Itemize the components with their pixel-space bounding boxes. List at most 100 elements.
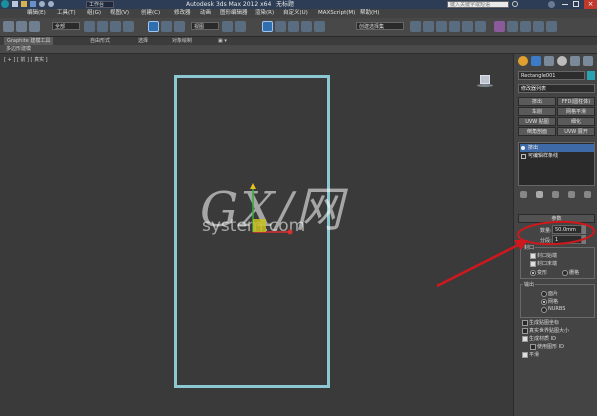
redo-icon[interactable]: [48, 1, 54, 7]
select-by-name-icon[interactable]: [97, 21, 108, 32]
select-scale-icon[interactable]: [174, 21, 185, 32]
real-world-checkbox[interactable]: [522, 328, 528, 334]
modifier-list-dropdown[interactable]: 修改器列表: [518, 84, 595, 93]
ribbon-toggle-icon[interactable]: ▣ ▾: [218, 37, 227, 45]
configure-sets-icon[interactable]: [584, 191, 591, 198]
stack-item-extrude[interactable]: 挤出: [520, 144, 594, 152]
meshsmooth-button[interactable]: 网格平滑: [557, 107, 595, 116]
object-name-field[interactable]: Rectangle001: [518, 71, 585, 80]
tab-graphite-modeling[interactable]: Graphite 建模工具: [4, 37, 54, 45]
search-icon[interactable]: [512, 1, 518, 7]
render-setup-icon[interactable]: [507, 21, 518, 32]
modify-tab-icon[interactable]: [531, 56, 541, 66]
stack-light-icon[interactable]: [521, 146, 525, 150]
motion-tab-icon[interactable]: [557, 56, 567, 66]
render-iterative-icon[interactable]: [546, 21, 557, 32]
snaps-toggle-icon[interactable]: [262, 21, 273, 32]
polygon-modeling-label[interactable]: 多边形建模: [6, 45, 31, 53]
morph-radio[interactable]: [530, 270, 536, 276]
segments-input[interactable]: 1: [552, 235, 582, 244]
ffd-cylinder-button[interactable]: FFD(圆柱体): [557, 97, 595, 106]
reference-coord-dropdown[interactable]: 视图: [191, 22, 219, 30]
pivot-center-icon[interactable]: [222, 21, 233, 32]
edit-named-selection-icon[interactable]: [314, 21, 325, 32]
stack-item-editable-spline[interactable]: 可编辑样条线: [520, 152, 594, 160]
maximize-button[interactable]: [573, 1, 579, 7]
rendered-frame-icon[interactable]: [520, 21, 531, 32]
mesh-radio[interactable]: [541, 299, 547, 305]
object-color-swatch[interactable]: [587, 71, 595, 80]
tessellate-button[interactable]: 细化: [557, 117, 595, 126]
menu-graph-editors[interactable]: 图形编辑器: [220, 9, 248, 18]
mirror-icon[interactable]: [410, 21, 421, 32]
remove-modifier-icon[interactable]: [568, 191, 575, 198]
bevel-profile-button[interactable]: 倒角剖面: [518, 127, 556, 136]
menu-edit[interactable]: 编辑(E): [27, 9, 46, 18]
menu-customize[interactable]: 自定义(U): [283, 9, 308, 18]
minimize-button[interactable]: [562, 4, 568, 5]
show-end-result-icon[interactable]: [536, 191, 543, 198]
selection-filter-dropdown[interactable]: 全部: [52, 22, 80, 30]
utilities-tab-icon[interactable]: [583, 56, 593, 66]
unlink-icon[interactable]: [16, 21, 27, 32]
generate-mapping-checkbox[interactable]: [522, 320, 528, 326]
menu-group[interactable]: 组(G): [87, 9, 101, 18]
viewcube-icon[interactable]: [477, 74, 493, 88]
menu-tools[interactable]: 工具(T): [57, 9, 76, 18]
amount-spinner-icon[interactable]: [582, 225, 586, 234]
tab-freeform[interactable]: 自由形式: [90, 37, 110, 45]
search-input[interactable]: [447, 1, 509, 8]
use-shape-ids-checkbox[interactable]: [530, 344, 536, 350]
help-icon[interactable]: [548, 1, 555, 8]
segments-spinner-icon[interactable]: [582, 235, 586, 244]
cap-start-checkbox[interactable]: [530, 253, 536, 259]
undo-icon[interactable]: [39, 1, 45, 7]
menu-modifiers[interactable]: 修改器: [174, 9, 191, 18]
align-icon[interactable]: [423, 21, 434, 32]
close-button[interactable]: ×: [584, 0, 597, 9]
select-object-icon[interactable]: [84, 21, 95, 32]
render-production-icon[interactable]: [533, 21, 544, 32]
parameters-rollout-header[interactable]: 参数: [518, 214, 595, 223]
cap-end-checkbox[interactable]: [530, 261, 536, 267]
menu-help[interactable]: 帮助(H): [360, 9, 379, 18]
select-move-icon[interactable]: [148, 21, 159, 32]
menu-rendering[interactable]: 渲染(R): [255, 9, 274, 18]
window-crossing-icon[interactable]: [123, 21, 134, 32]
bind-space-warp-icon[interactable]: [29, 21, 40, 32]
layer-manager-icon[interactable]: [436, 21, 447, 32]
patch-radio[interactable]: [541, 291, 547, 297]
menu-animation[interactable]: 动画: [200, 9, 211, 18]
lathe-button[interactable]: 车削: [518, 107, 556, 116]
workspace-dropdown[interactable]: 工作台: [86, 1, 114, 8]
schematic-view-icon[interactable]: [475, 21, 486, 32]
menu-maxscript[interactable]: MAXScript(M): [318, 9, 355, 18]
rectangle-selection-icon[interactable]: [110, 21, 121, 32]
curve-editor-icon[interactable]: [462, 21, 473, 32]
make-unique-icon[interactable]: [552, 191, 559, 198]
new-file-icon[interactable]: [12, 1, 18, 7]
tab-object-paint[interactable]: 对象绘制: [172, 37, 192, 45]
grid-radio[interactable]: [562, 270, 568, 276]
open-file-icon[interactable]: [21, 1, 27, 7]
select-link-icon[interactable]: [3, 21, 14, 32]
named-selection-dropdown[interactable]: 创建选择集: [356, 22, 404, 30]
angle-snap-icon[interactable]: [275, 21, 286, 32]
tab-selection[interactable]: 选择: [138, 37, 148, 45]
viewport-label[interactable]: [ + ] [ 前 ] [ 真实 ]: [4, 56, 48, 63]
amount-input[interactable]: 50.0mm: [552, 225, 582, 234]
display-tab-icon[interactable]: [570, 56, 580, 66]
app-logo-icon[interactable]: [1, 0, 9, 8]
percent-snap-icon[interactable]: [288, 21, 299, 32]
stack-expand-icon[interactable]: [521, 154, 526, 159]
graphite-toggle-icon[interactable]: [449, 21, 460, 32]
smooth-checkbox[interactable]: [522, 352, 528, 358]
unwrap-uvw-button[interactable]: UVW 展开: [557, 127, 595, 136]
material-editor-icon[interactable]: [494, 21, 505, 32]
extrude-button[interactable]: 挤出: [518, 97, 556, 106]
nurbs-radio[interactable]: [541, 307, 547, 313]
create-tab-icon[interactable]: [518, 56, 528, 66]
save-file-icon[interactable]: [30, 1, 36, 7]
gen-mat-ids-checkbox[interactable]: [522, 336, 528, 342]
select-rotate-icon[interactable]: [161, 21, 172, 32]
